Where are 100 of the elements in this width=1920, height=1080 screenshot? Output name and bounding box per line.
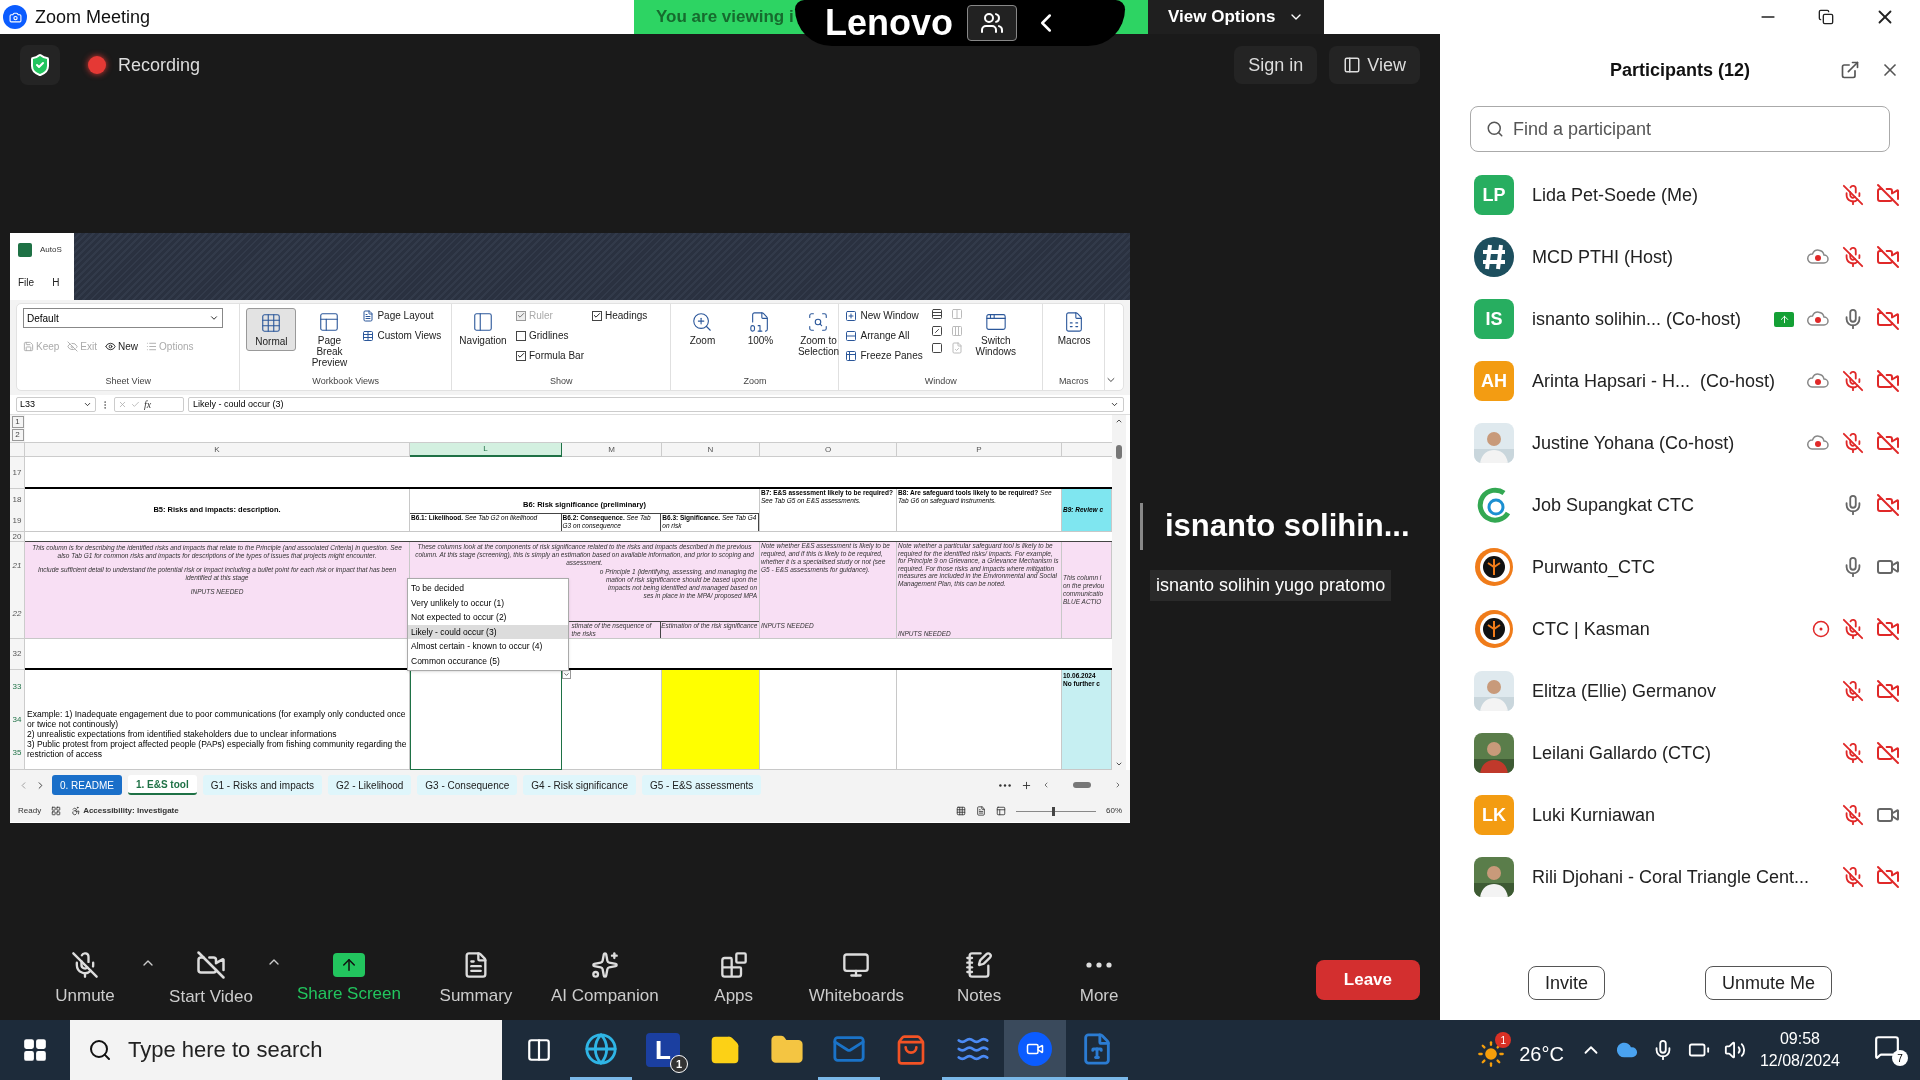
sheet-tab[interactable]: G2 - Likelihood bbox=[328, 775, 412, 795]
sheet-tab[interactable]: 1. E&S tool bbox=[127, 775, 197, 795]
slider-thumb[interactable] bbox=[1052, 806, 1055, 816]
toolbar-button[interactable]: Share Screen bbox=[287, 953, 411, 1007]
insert-function-button[interactable]: fx bbox=[144, 397, 152, 412]
camera-off-icon[interactable] bbox=[1876, 493, 1900, 517]
security-shield-icon[interactable] bbox=[20, 45, 60, 85]
dropdown-option[interactable]: To be decided bbox=[408, 581, 568, 596]
muted-microphone-icon[interactable] bbox=[1842, 742, 1864, 764]
panel-button[interactable]: Unmute Me bbox=[1705, 966, 1833, 1000]
ribbon-checkbox[interactable]: Formula Bar bbox=[516, 348, 584, 363]
view-button[interactable]: View bbox=[1329, 46, 1420, 84]
toolbar-button[interactable]: Whiteboards bbox=[798, 951, 915, 1009]
camera-off-icon[interactable] bbox=[1876, 431, 1900, 455]
scroll-thumb[interactable] bbox=[1073, 782, 1091, 788]
add-sheet-icon[interactable] bbox=[1021, 779, 1032, 791]
outline-level-button[interactable]: 2 bbox=[11, 429, 24, 441]
toolbar-button[interactable]: Apps bbox=[678, 951, 789, 1009]
dropdown-option[interactable]: Common occurance (5) bbox=[408, 653, 568, 668]
checkbox[interactable] bbox=[592, 310, 602, 321]
participant-row[interactable]: Purwanto_CTC bbox=[1440, 536, 1920, 598]
dropdown-option[interactable]: Not expected to occur (2) bbox=[408, 610, 568, 625]
column-header[interactable]: K bbox=[25, 443, 410, 457]
participant-row[interactable]: Leilani Gallardo (CTC) bbox=[1440, 722, 1920, 784]
sheet-tab[interactable]: G1 - Risks and impacts bbox=[202, 775, 323, 795]
weather-widget[interactable]: 1 26°C bbox=[1477, 1031, 1566, 1069]
ribbon-button[interactable]: Page Layout bbox=[362, 308, 442, 323]
people-icon[interactable] bbox=[967, 5, 1017, 41]
leave-button[interactable]: Leave bbox=[1315, 960, 1420, 1000]
participant-row[interactable]: LP Lida Pet-Soede (Me) bbox=[1440, 164, 1920, 226]
sheet-tab[interactable]: G3 - Consequence bbox=[417, 775, 518, 795]
camera-off-icon[interactable] bbox=[1876, 617, 1900, 641]
ribbon-button[interactable]: Normal bbox=[246, 308, 297, 351]
style-select[interactable]: Default bbox=[23, 308, 223, 328]
column-header[interactable]: N bbox=[662, 443, 760, 457]
camera-off-icon[interactable] bbox=[1876, 369, 1900, 393]
toolbar-button[interactable]: Notes bbox=[924, 951, 1035, 1009]
column-header[interactable]: M bbox=[562, 443, 662, 457]
ribbon-checkbox[interactable]: Gridlines bbox=[516, 328, 584, 343]
ribbon-button[interactable]: Arrange All bbox=[845, 328, 923, 343]
toolbar-button[interactable]: More bbox=[1044, 951, 1155, 1009]
camera-off-icon[interactable] bbox=[1876, 865, 1900, 889]
name-box[interactable]: L33 bbox=[16, 397, 96, 412]
scroll-thumb[interactable] bbox=[1116, 445, 1122, 459]
panel-button[interactable]: Invite bbox=[1527, 966, 1605, 1000]
sign-in-button[interactable]: Sign in bbox=[1234, 46, 1318, 84]
camera-off-icon[interactable] bbox=[1876, 679, 1900, 703]
ribbon-button[interactable]: Switch Windows bbox=[970, 308, 1021, 360]
dropdown-option[interactable]: Likely - could occur (3) bbox=[408, 624, 568, 639]
page-layout-icon[interactable] bbox=[976, 806, 986, 816]
participant-row[interactable]: Rili Djohani - Coral Triangle Cent... bbox=[1440, 846, 1920, 908]
muted-microphone-icon[interactable] bbox=[1842, 680, 1864, 702]
normal-view-icon[interactable] bbox=[956, 806, 966, 816]
camera-off-icon[interactable] bbox=[1876, 245, 1900, 269]
participant-row[interactable]: Job Supangkat CTC bbox=[1440, 474, 1920, 536]
ribbon-button[interactable]: New Window bbox=[845, 308, 923, 323]
camera-off-icon[interactable] bbox=[1876, 307, 1900, 331]
accessibility-status[interactable]: Accessibility: Investigate bbox=[71, 805, 179, 817]
scroll-left-icon[interactable] bbox=[1042, 781, 1050, 789]
muted-microphone-icon[interactable] bbox=[1842, 184, 1864, 206]
column-header[interactable]: O bbox=[760, 443, 897, 457]
muted-microphone-icon[interactable] bbox=[1842, 804, 1864, 826]
column-header[interactable]: P bbox=[897, 443, 1062, 457]
scroll-down-icon[interactable] bbox=[1115, 760, 1123, 768]
muted-microphone-icon[interactable] bbox=[1842, 866, 1864, 888]
sheet-tab[interactable]: G4 - Risk significance bbox=[523, 775, 636, 795]
participant-search-field[interactable]: Find a participant bbox=[1470, 106, 1890, 152]
sheet-tab[interactable]: G5 - E&S assessments bbox=[642, 775, 762, 795]
formula-field[interactable]: Likely - could occur (3) bbox=[188, 397, 1124, 412]
menu-item[interactable]: H bbox=[52, 275, 60, 290]
participant-row[interactable]: LK Luki Kurniawan bbox=[1440, 784, 1920, 846]
column-header[interactable]: L bbox=[410, 443, 562, 457]
ribbon-button[interactable]: Freeze Panes bbox=[845, 348, 923, 363]
participant-row[interactable]: Elitza (Ellie) Germanov bbox=[1440, 660, 1920, 722]
sheet-view-button[interactable]: New bbox=[105, 339, 139, 354]
taskbar-search-field[interactable]: Type here to search bbox=[70, 1020, 502, 1080]
clock[interactable]: 09:58 12/08/2024 bbox=[1759, 1028, 1840, 1072]
participant-row[interactable]: MCD PTHI (Host) bbox=[1440, 226, 1920, 288]
participant-row[interactable]: CTC | Kasman bbox=[1440, 598, 1920, 660]
ribbon-checkbox[interactable]: Headings bbox=[592, 308, 648, 323]
page-break-icon[interactable] bbox=[996, 806, 1006, 816]
scroll-right-icon[interactable] bbox=[1114, 781, 1122, 789]
participant-row[interactable]: AH Arinta Hapsari - H... (Co-host) bbox=[1440, 350, 1920, 412]
check-icon[interactable] bbox=[131, 400, 140, 409]
toolbar-button[interactable]: Summary bbox=[420, 951, 531, 1009]
menu-item[interactable]: File bbox=[18, 275, 35, 290]
ribbon-button[interactable]: Zoom bbox=[677, 308, 728, 349]
camera-off-icon[interactable] bbox=[1876, 183, 1900, 207]
hide-icon[interactable] bbox=[930, 325, 943, 337]
outline-level-button[interactable]: 1 bbox=[11, 416, 24, 428]
camera-off-icon[interactable] bbox=[1876, 741, 1900, 765]
ribbon-button[interactable]: Macros bbox=[1049, 308, 1100, 349]
restore-icon[interactable] bbox=[1818, 9, 1834, 25]
view-options-button[interactable]: View Options bbox=[1144, 0, 1324, 34]
toolbar-button[interactable]: AI Companion bbox=[540, 951, 669, 1009]
checkbox[interactable] bbox=[516, 330, 526, 341]
dropdown-option[interactable]: Very unlikely to occur (1) bbox=[408, 595, 568, 610]
horizontal-scrollbar[interactable] bbox=[1042, 780, 1122, 790]
unhide-icon[interactable] bbox=[930, 342, 943, 354]
vertical-scrollbar[interactable] bbox=[1112, 415, 1126, 770]
